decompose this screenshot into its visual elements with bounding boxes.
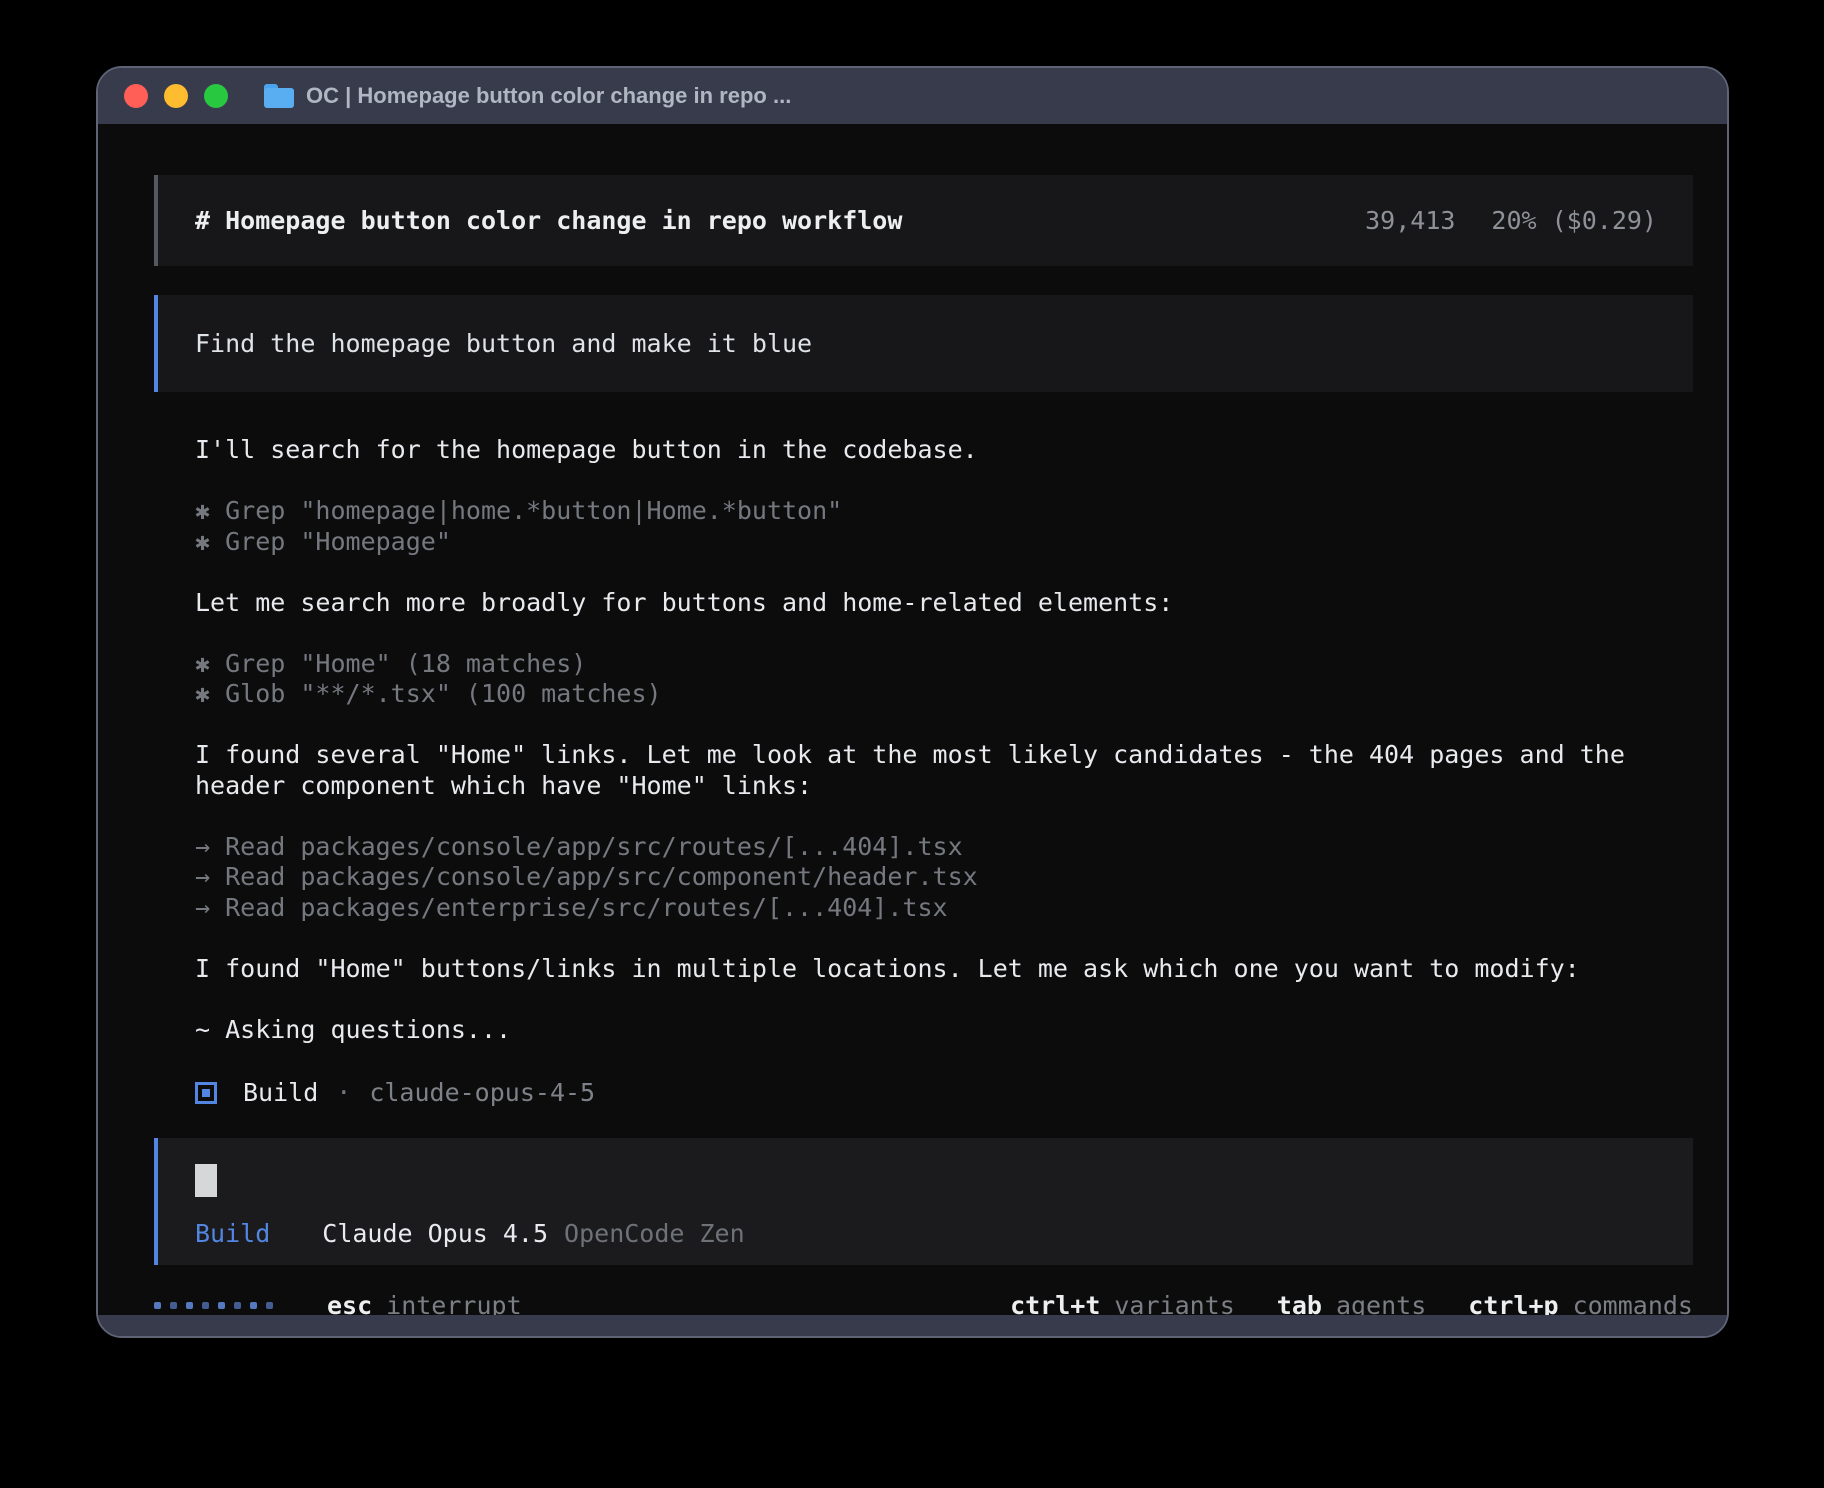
agent-status-line: Build · claude-opus-4-5 [195,1076,1693,1110]
session-stats: 39,413 20% ($0.29) [1365,206,1657,235]
transcript-line [195,1045,1693,1076]
transcript-line: → Read packages/console/app/src/routes/[… [195,832,1693,863]
transcript-line: → Read packages/console/app/src/componen… [195,862,1693,893]
hint-key: tab [1277,1291,1322,1316]
spinner-dots [154,1302,273,1309]
terminal-window: OC | Homepage button color change in rep… [96,66,1729,1338]
status-bar: esc interrupt ctrl+tvariantstabagentsctr… [154,1291,1693,1316]
esc-key: esc [327,1291,372,1316]
zoom-button[interactable] [204,84,228,108]
agent-name: Build [243,1078,318,1107]
status-bar-left: esc interrupt [154,1291,522,1316]
hint-key: ctrl+p [1468,1291,1558,1316]
transcript-line [195,923,1693,954]
spinner-dot [154,1302,161,1309]
spinner-dot [186,1302,193,1309]
transcript-line: I found several "Home" links. Let me loo… [195,740,1693,771]
token-count: 39,413 [1365,206,1455,235]
user-message-text: Find the homepage button and make it blu… [195,329,812,358]
close-button[interactable] [124,84,148,108]
agent-separator: · [336,1078,351,1107]
hint-key: ctrl+t [1010,1291,1100,1316]
window-bottom-edge [98,1315,1727,1338]
status-bar-hints: ctrl+t variants tab agents ctrl+p commands [1010,1291,1693,1316]
transcript-line: ✱ Grep "Homepage" [195,527,1693,558]
spinner-dot [250,1302,257,1309]
transcript-line [195,984,1693,1015]
input-provider-label: OpenCode Zen [564,1219,745,1248]
agent-model: claude-opus-4-5 [369,1078,595,1107]
spinner-dot [266,1302,273,1309]
keyboard-hint: tab agents [1277,1291,1426,1316]
hint-label: commands [1573,1291,1693,1316]
spinner-dot [234,1302,241,1309]
hint-label: agents [1336,1291,1426,1316]
transcript-line [195,618,1693,649]
spinner-dot [218,1302,225,1309]
transcript-line: I'll search for the homepage button in t… [195,435,1693,466]
terminal-content: # Homepage button color change in repo w… [98,124,1727,1315]
window-title-group: OC | Homepage button color change in rep… [264,83,791,109]
assistant-transcript: I'll search for the homepage button in t… [195,435,1693,1076]
titlebar[interactable]: OC | Homepage button color change in rep… [98,68,1727,124]
transcript-line: Let me search more broadly for buttons a… [195,588,1693,619]
prompt-input[interactable]: Build Claude Opus 4.5 OpenCode Zen [154,1138,1693,1265]
minimize-button[interactable] [164,84,188,108]
spinner-dot [170,1302,177,1309]
transcript-line: → Read packages/enterprise/src/routes/[.… [195,893,1693,924]
transcript-line: I found "Home" buttons/links in multiple… [195,954,1693,985]
transcript-line: ✱ Glob "**/*.tsx" (100 matches) [195,679,1693,710]
transcript-line [195,710,1693,741]
context-cost: 20% ($0.29) [1491,206,1657,235]
keyboard-hint: ctrl+t variants [1010,1291,1235,1316]
transcript-line: ✱ Grep "homepage|home.*button|Home.*butt… [195,496,1693,527]
folder-icon [264,84,294,108]
spinner-dot [202,1302,209,1309]
agent-square-icon [195,1082,217,1104]
transcript-line [195,801,1693,832]
hint-label: variants [1114,1291,1234,1316]
session-header: # Homepage button color change in repo w… [154,175,1693,266]
esc-label: interrupt [386,1291,521,1316]
transcript-line: ~ Asking questions... [195,1015,1693,1046]
input-model-label: Claude Opus 4.5 [322,1219,548,1248]
transcript-line [195,557,1693,588]
input-agent-label: Build [195,1219,270,1248]
text-cursor [195,1164,217,1197]
transcript-line [195,466,1693,497]
keyboard-hint: ctrl+p commands [1468,1291,1693,1316]
input-footer: Build Claude Opus 4.5 OpenCode Zen [195,1219,1656,1248]
transcript-line: ✱ Grep "Home" (18 matches) [195,649,1693,680]
session-title: # Homepage button color change in repo w… [195,206,902,235]
transcript-line: header component which have "Home" links… [195,771,1693,802]
traffic-lights [124,84,228,108]
user-message: Find the homepage button and make it blu… [154,295,1693,392]
window-title: OC | Homepage button color change in rep… [306,83,791,109]
